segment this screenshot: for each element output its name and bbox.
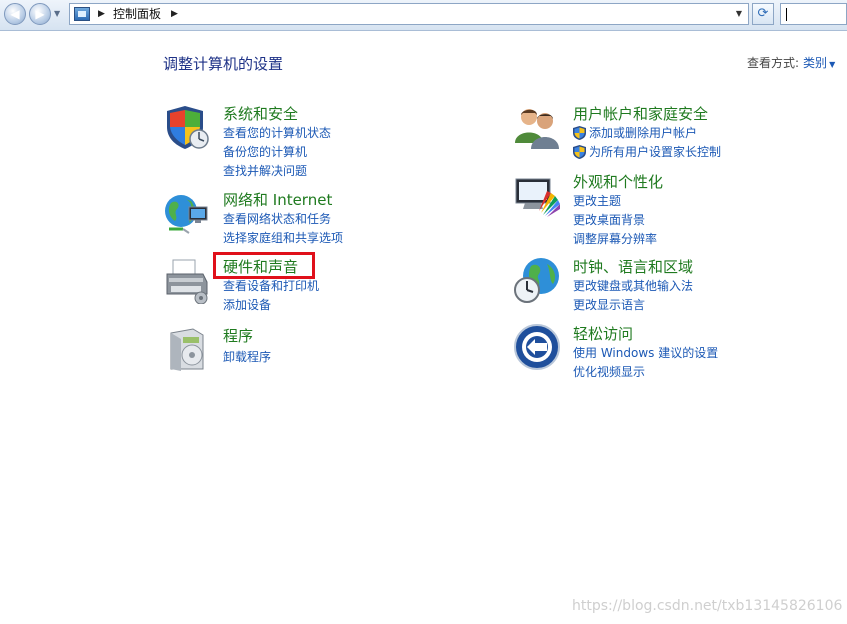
link-view-computer-status[interactable]: 查看您的计算机状态 (223, 125, 331, 141)
link-change-theme[interactable]: 更改主题 (573, 193, 621, 209)
printer-icon[interactable] (163, 256, 211, 304)
users-icon[interactable] (513, 103, 561, 151)
watermark-text: https://blog.csdn.net/txb13145826106 (572, 598, 843, 614)
view-by-control[interactable]: 查看方式: 类别 ▼ (747, 54, 835, 74)
link-adjust-resolution[interactable]: 调整屏幕分辨率 (573, 231, 657, 247)
breadcrumb-arrow-icon[interactable]: ▶ (98, 7, 105, 21)
globe-network-icon[interactable] (163, 189, 211, 237)
category-appearance: 外观和个性化 更改主题 更改桌面背景 调整屏幕分辨率 (513, 171, 813, 251)
view-by-dropdown[interactable]: 类别 (803, 56, 827, 70)
category-user-accounts: 用户帐户和家庭安全 添加或删除用户帐户 为所有用户设置家长控制 (513, 103, 813, 163)
chevron-down-icon[interactable]: ▼ (829, 60, 835, 69)
link-backup-computer[interactable]: 备份您的计算机 (223, 144, 307, 160)
address-field[interactable]: ▶ 控制面板 ▶ ▼ (69, 3, 749, 25)
shield-icon[interactable] (163, 103, 211, 151)
link-optimize-visual-display[interactable]: 优化视频显示 (573, 364, 645, 380)
category-ease-of-access: 轻松访问 使用 Windows 建议的设置 优化视频显示 (513, 323, 813, 383)
category-title-clock-region[interactable]: 时钟、语言和区域 (573, 256, 693, 278)
search-input[interactable] (780, 3, 847, 25)
recent-pages-dropdown[interactable]: ▼ (54, 8, 64, 20)
link-parental-controls[interactable]: 为所有用户设置家长控制 (589, 144, 721, 160)
refresh-button[interactable]: ⟳ (752, 3, 774, 25)
forward-button[interactable]: ▶ (29, 3, 51, 25)
link-add-device[interactable]: 添加设备 (223, 297, 271, 313)
category-clock-region: 时钟、语言和区域 更改键盘或其他输入法 更改显示语言 (513, 256, 813, 316)
link-uninstall-program[interactable]: 卸载程序 (223, 349, 271, 365)
link-change-display-language[interactable]: 更改显示语言 (573, 297, 645, 313)
category-title-appearance[interactable]: 外观和个性化 (573, 171, 663, 193)
uac-shield-icon (573, 145, 586, 159)
breadcrumb-control-panel[interactable]: 控制面板 (113, 6, 161, 22)
link-change-input-methods[interactable]: 更改键盘或其他输入法 (573, 278, 693, 294)
category-title-programs[interactable]: 程序 (223, 325, 253, 347)
globe-clock-icon[interactable] (513, 256, 561, 304)
link-troubleshoot[interactable]: 查找并解决问题 (223, 163, 307, 179)
page-title: 调整计算机的设置 (163, 55, 284, 73)
category-network-internet: 网络和 Internet 查看网络状态和任务 选择家庭组和共享选项 (163, 189, 463, 249)
uac-shield-icon (573, 126, 586, 140)
link-recommended-settings[interactable]: 使用 Windows 建议的设置 (573, 345, 718, 361)
link-view-devices-printers[interactable]: 查看设备和打印机 (223, 278, 319, 294)
address-bar: ◀ ▶ ▼ ▶ 控制面板 ▶ ▼ ⟳ (0, 0, 847, 31)
category-programs: 程序 卸载程序 (163, 325, 463, 375)
monitor-palette-icon[interactable] (513, 171, 561, 219)
ease-of-access-icon[interactable] (513, 323, 561, 371)
link-homegroup-sharing[interactable]: 选择家庭组和共享选项 (223, 230, 343, 246)
category-system-security: 系统和安全 查看您的计算机状态 备份您的计算机 查找并解决问题 (163, 103, 463, 183)
category-title-ease-of-access[interactable]: 轻松访问 (573, 323, 633, 345)
back-button[interactable]: ◀ (4, 3, 26, 25)
control-panel-icon (74, 7, 90, 21)
category-title-system-security[interactable]: 系统和安全 (223, 103, 298, 125)
address-dropdown-icon[interactable]: ▼ (732, 6, 746, 22)
view-by-label: 查看方式: (747, 56, 800, 70)
text-caret (786, 8, 787, 21)
link-change-desktop-background[interactable]: 更改桌面背景 (573, 212, 645, 228)
category-title-user-accounts[interactable]: 用户帐户和家庭安全 (573, 103, 708, 125)
highlight-box (213, 252, 315, 279)
programs-box-icon[interactable] (163, 325, 211, 373)
category-title-network-internet[interactable]: 网络和 Internet (223, 189, 332, 211)
link-add-remove-accounts[interactable]: 添加或删除用户帐户 (589, 125, 697, 141)
breadcrumb-arrow-icon[interactable]: ▶ (171, 7, 178, 21)
link-view-network-status[interactable]: 查看网络状态和任务 (223, 211, 331, 227)
